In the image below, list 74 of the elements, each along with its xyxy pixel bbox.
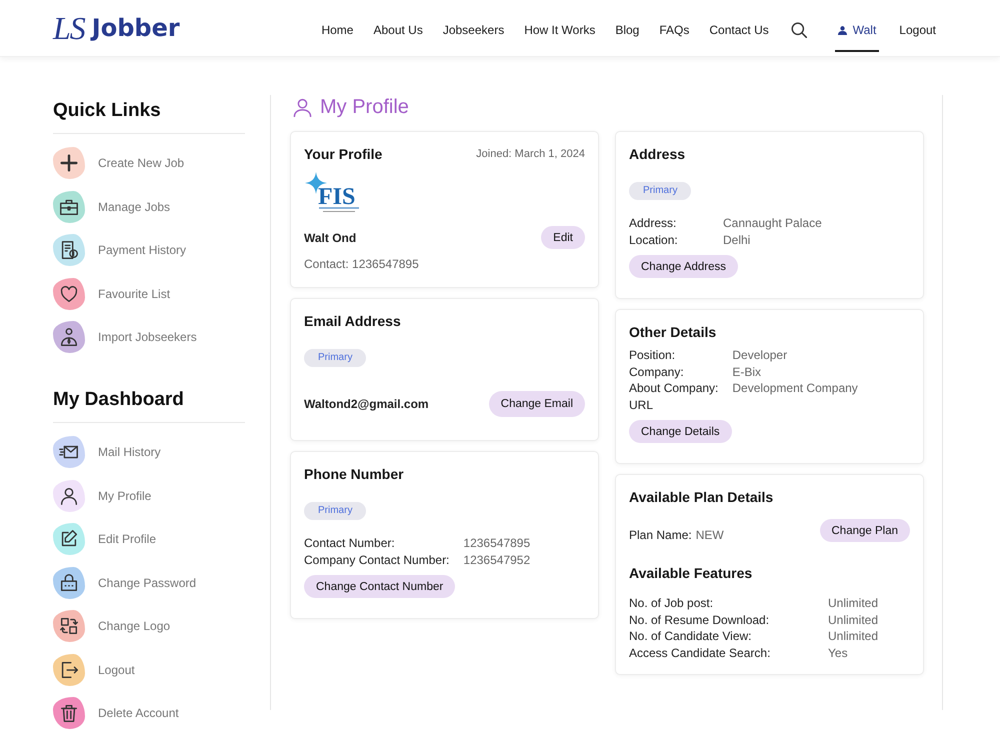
feature-value: Unlimited [828, 628, 880, 644]
feature-value: Unlimited [828, 612, 880, 628]
sidebar-link[interactable]: My Profile [53, 480, 245, 512]
contact-text: Contact: 1236547895 [304, 256, 420, 272]
email-address: Waltond2@gmail.com [304, 397, 429, 411]
field-value: E-Bix [732, 364, 762, 380]
nav-link[interactable]: Jobseekers [442, 10, 504, 52]
card-title: Other Details [629, 323, 718, 341]
field-label: Position: [629, 347, 676, 364]
nav-link[interactable]: Logout [899, 10, 936, 52]
field-label: Company Contact Number: [304, 552, 450, 568]
card-title: Email Address [304, 312, 402, 330]
field-label: Company: [629, 364, 685, 380]
field-value: Delhi [723, 232, 752, 248]
change-button[interactable]: Change Address [629, 255, 738, 278]
edit-button[interactable]: Edit [541, 226, 585, 249]
field-label: Location: [629, 232, 679, 248]
card-subtitle: Available Features [629, 564, 754, 582]
feature-value: Unlimited [828, 595, 880, 612]
field-label: About Company: [629, 380, 718, 396]
site-logo[interactable]: LS Jobber [53, 11, 180, 45]
change-plan-button[interactable]: Change Plan [820, 519, 910, 542]
primary-tag: Primary [304, 349, 366, 367]
search-icon[interactable] [790, 22, 807, 38]
plan-label: Plan Name: [629, 528, 692, 542]
sidebar-link[interactable]: Logout [53, 654, 245, 686]
card-title: Address [629, 145, 686, 163]
field-value: Cannaught Palace [723, 215, 823, 232]
field-label: Contact Number: [304, 535, 396, 552]
field-value: 1236547895 [463, 535, 532, 552]
sidebar-link[interactable]: Change Password [53, 566, 245, 598]
feature-label: No. of Resume Download: [629, 612, 770, 628]
primary-tag: Primary [304, 502, 366, 520]
nav-link[interactable]: FAQs [659, 10, 690, 52]
nav-link[interactable]: About Us [373, 10, 423, 52]
primary-tag: Primary [629, 182, 692, 200]
change-button[interactable]: Change Contact Number [304, 575, 456, 598]
sidebar-link[interactable]: Edit Profile [53, 523, 245, 555]
sidebar-link[interactable]: Mail History [53, 436, 245, 468]
card-title: Your Profile [304, 145, 382, 163]
feature-value: Yes [828, 644, 849, 661]
user-link[interactable]: Walt [834, 10, 880, 52]
sidebar-link[interactable]: Create New Job [53, 147, 245, 179]
sidebar-link[interactable]: Favourite List [53, 278, 245, 310]
field-value: Development Company [732, 380, 859, 396]
field-value: 1236547952 [463, 552, 532, 568]
page-title: My Profile [320, 95, 409, 119]
feature-label: Access Candidate Search: [629, 644, 772, 661]
nav-link[interactable]: Contact Us [709, 10, 769, 52]
sidebar-link[interactable]: Change Logo [53, 610, 245, 642]
feature-label: No. of Job post: [629, 595, 714, 612]
nav-link[interactable]: How It Works [524, 10, 596, 52]
field-label: URL [629, 396, 654, 413]
sidebar-link[interactable]: Delete Account [53, 697, 245, 729]
company-logo: FIS [304, 171, 366, 213]
person-icon [293, 98, 312, 116]
joined-date: Joined: March 1, 2024 [476, 147, 585, 162]
user-icon [838, 26, 847, 34]
section-heading: My Dashboard [53, 384, 245, 423]
nav-link[interactable]: Blog [615, 10, 640, 52]
sidebar-link[interactable]: Import Jobseekers [53, 321, 245, 353]
plan-value: NEW [696, 528, 724, 542]
card-title: Phone Number [304, 465, 405, 483]
field-value: Developer [732, 347, 788, 364]
section-heading: Quick Links [53, 95, 245, 134]
feature-label: No. of Candidate View: [629, 628, 753, 644]
nav-link[interactable]: Home [321, 10, 354, 52]
change-email-button[interactable]: Change Email [488, 391, 585, 417]
card-title: Available Plan Details [629, 488, 774, 506]
change-button[interactable]: Change Details [629, 420, 732, 443]
sidebar-link[interactable]: Manage Jobs [53, 190, 245, 222]
field-label: Address: [629, 215, 678, 232]
sidebar-link[interactable]: Payment History [53, 234, 245, 266]
user-name: Walt Ond [304, 230, 356, 244]
